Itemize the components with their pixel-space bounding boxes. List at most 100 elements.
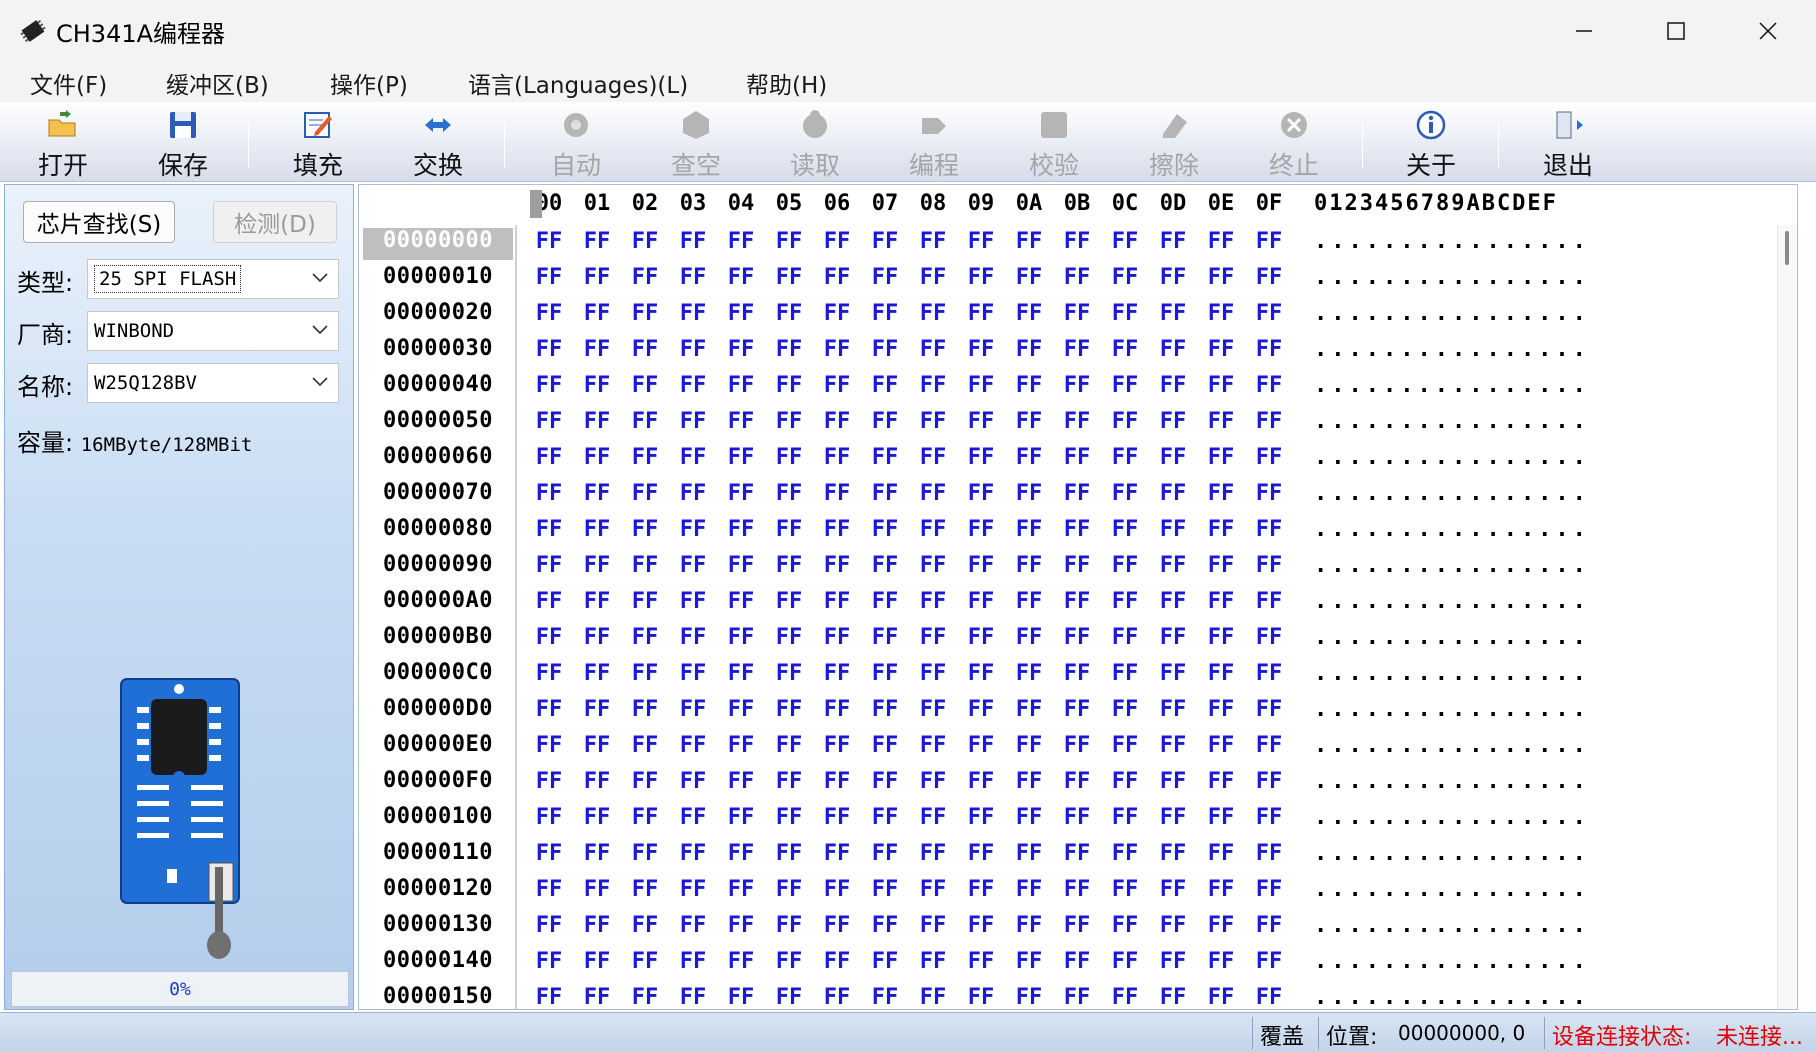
hex-byte-cell[interactable]: FF xyxy=(673,733,713,758)
hex-byte-cell[interactable]: FF xyxy=(529,553,569,578)
hex-byte-cell[interactable]: FF xyxy=(1009,625,1049,650)
hex-byte-cell[interactable]: FF xyxy=(913,409,953,434)
hex-byte-cell[interactable]: FF xyxy=(913,841,953,866)
ascii-cell[interactable]: ................ xyxy=(1314,553,1590,578)
hex-byte-cell[interactable]: FF xyxy=(625,841,665,866)
hex-byte-cell[interactable]: FF xyxy=(1201,589,1241,614)
hex-byte-cell[interactable]: FF xyxy=(529,301,569,326)
hex-byte-cell[interactable]: FF xyxy=(673,445,713,470)
hex-byte-cell[interactable]: FF xyxy=(1009,805,1049,830)
hex-byte-cell[interactable]: FF xyxy=(577,913,617,938)
hex-byte-cell[interactable]: FF xyxy=(529,229,569,254)
hex-byte-cell[interactable]: FF xyxy=(529,625,569,650)
hex-byte-cell[interactable]: FF xyxy=(577,373,617,398)
hex-byte-cell[interactable]: FF xyxy=(1153,589,1193,614)
auto-button[interactable]: 自动 xyxy=(526,102,626,182)
hex-byte-cell[interactable]: FF xyxy=(577,985,617,1009)
hex-row[interactable]: 00000100 FF FF FF FF FF FF FF FF FF FF FF FF FF FF FF FF… xyxy=(359,801,1779,837)
ascii-cell[interactable]: ................ xyxy=(1314,841,1590,866)
hex-byte-cell[interactable]: FF xyxy=(769,409,809,434)
hex-byte-cell[interactable]: FF xyxy=(865,229,905,254)
hex-byte-cell[interactable]: FF xyxy=(865,409,905,434)
hex-byte-cell[interactable]: FF xyxy=(817,625,857,650)
hex-byte-cell[interactable]: FF xyxy=(529,985,569,1009)
fill-button[interactable]: 填充 xyxy=(268,102,368,182)
hex-row[interactable]: 000000C0 FF FF FF FF FF FF FF FF FF FF FF FF FF FF FF FF… xyxy=(359,657,1779,693)
hex-byte-cell[interactable]: FF xyxy=(1201,877,1241,902)
hex-byte-cell[interactable]: FF xyxy=(1057,409,1097,434)
hex-byte-cell[interactable]: FF xyxy=(1153,553,1193,578)
hex-byte-cell[interactable]: FF xyxy=(1105,553,1145,578)
hex-byte-cell[interactable]: FF xyxy=(1105,229,1145,254)
hex-byte-cell[interactable]: FF xyxy=(1057,733,1097,758)
hex-byte-cell[interactable]: FF xyxy=(721,661,761,686)
hex-row[interactable]: 000000F0 FF FF FF FF FF FF FF FF FF FF FF FF FF FF FF FF… xyxy=(359,765,1779,801)
hex-byte-cell[interactable]: FF xyxy=(1057,265,1097,290)
hex-byte-cell[interactable]: FF xyxy=(1201,373,1241,398)
hex-byte-cell[interactable]: FF xyxy=(1057,481,1097,506)
hex-row[interactable]: 000000B0 FF FF FF FF FF FF FF FF FF FF FF FF FF FF FF FF… xyxy=(359,621,1779,657)
close-button[interactable] xyxy=(1722,0,1814,62)
hex-byte-cell[interactable]: FF xyxy=(1009,733,1049,758)
hex-byte-cell[interactable]: FF xyxy=(721,373,761,398)
hex-byte-cell[interactable]: FF xyxy=(817,445,857,470)
hex-byte-cell[interactable]: FF xyxy=(625,301,665,326)
hex-byte-cell[interactable]: FF xyxy=(817,517,857,542)
hex-byte-cell[interactable]: FF xyxy=(865,913,905,938)
hex-byte-cell[interactable]: FF xyxy=(865,697,905,722)
hex-byte-cell[interactable]: FF xyxy=(625,733,665,758)
hex-byte-cell[interactable]: FF xyxy=(1009,445,1049,470)
ascii-cell[interactable]: ................ xyxy=(1314,877,1590,902)
hex-byte-cell[interactable]: FF xyxy=(529,517,569,542)
hex-byte-cell[interactable]: FF xyxy=(721,229,761,254)
scrollbar-thumb[interactable] xyxy=(1785,231,1789,265)
hex-byte-cell[interactable]: FF xyxy=(961,517,1001,542)
hex-byte-cell[interactable]: FF xyxy=(577,877,617,902)
hex-byte-cell[interactable]: FF xyxy=(769,985,809,1009)
hex-row[interactable]: 00000140 FF FF FF FF FF FF FF FF FF FF FF FF FF FF FF FF… xyxy=(359,945,1779,981)
hex-byte-cell[interactable]: FF xyxy=(673,805,713,830)
hex-byte-cell[interactable]: FF xyxy=(1105,841,1145,866)
program-button[interactable]: 编程 xyxy=(884,102,984,182)
hex-byte-cell[interactable]: FF xyxy=(1105,301,1145,326)
hex-byte-cell[interactable]: FF xyxy=(577,553,617,578)
hex-byte-cell[interactable]: FF xyxy=(865,481,905,506)
hex-byte-cell[interactable]: FF xyxy=(961,229,1001,254)
hex-byte-cell[interactable]: FF xyxy=(961,697,1001,722)
hex-byte-cell[interactable]: FF xyxy=(961,301,1001,326)
hex-byte-cell[interactable]: FF xyxy=(721,769,761,794)
hex-byte-cell[interactable]: FF xyxy=(865,841,905,866)
hex-byte-cell[interactable]: FF xyxy=(1153,949,1193,974)
ascii-cell[interactable]: ................ xyxy=(1314,445,1590,470)
hex-byte-cell[interactable]: FF xyxy=(1249,409,1289,434)
hex-byte-cell[interactable]: FF xyxy=(1105,337,1145,362)
hex-byte-cell[interactable]: FF xyxy=(1105,805,1145,830)
hex-byte-cell[interactable]: FF xyxy=(769,481,809,506)
hex-byte-cell[interactable]: FF xyxy=(1105,661,1145,686)
hex-byte-cell[interactable]: FF xyxy=(673,301,713,326)
hex-byte-cell[interactable]: FF xyxy=(769,553,809,578)
hex-byte-cell[interactable]: FF xyxy=(1009,553,1049,578)
hex-byte-cell[interactable]: FF xyxy=(1105,985,1145,1009)
hex-byte-cell[interactable]: FF xyxy=(769,265,809,290)
hex-byte-cell[interactable]: FF xyxy=(961,553,1001,578)
hex-byte-cell[interactable]: FF xyxy=(913,769,953,794)
hex-byte-cell[interactable]: FF xyxy=(1153,481,1193,506)
hex-byte-cell[interactable]: FF xyxy=(865,337,905,362)
hex-byte-cell[interactable]: FF xyxy=(1105,949,1145,974)
hex-byte-cell[interactable]: FF xyxy=(1249,517,1289,542)
hex-byte-cell[interactable]: FF xyxy=(1201,733,1241,758)
hex-byte-cell[interactable]: FF xyxy=(673,985,713,1009)
ascii-cell[interactable]: ................ xyxy=(1314,733,1590,758)
hex-byte-cell[interactable]: FF xyxy=(1201,337,1241,362)
hex-byte-cell[interactable]: FF xyxy=(529,373,569,398)
hex-byte-cell[interactable]: FF xyxy=(769,805,809,830)
hex-byte-cell[interactable]: FF xyxy=(673,265,713,290)
hex-byte-cell[interactable]: FF xyxy=(913,625,953,650)
hex-byte-cell[interactable]: FF xyxy=(1153,337,1193,362)
hex-byte-cell[interactable]: FF xyxy=(865,625,905,650)
hex-byte-cell[interactable]: FF xyxy=(1057,553,1097,578)
hex-byte-cell[interactable]: FF xyxy=(817,769,857,794)
hex-byte-cell[interactable]: FF xyxy=(721,481,761,506)
hex-byte-cell[interactable]: FF xyxy=(721,589,761,614)
